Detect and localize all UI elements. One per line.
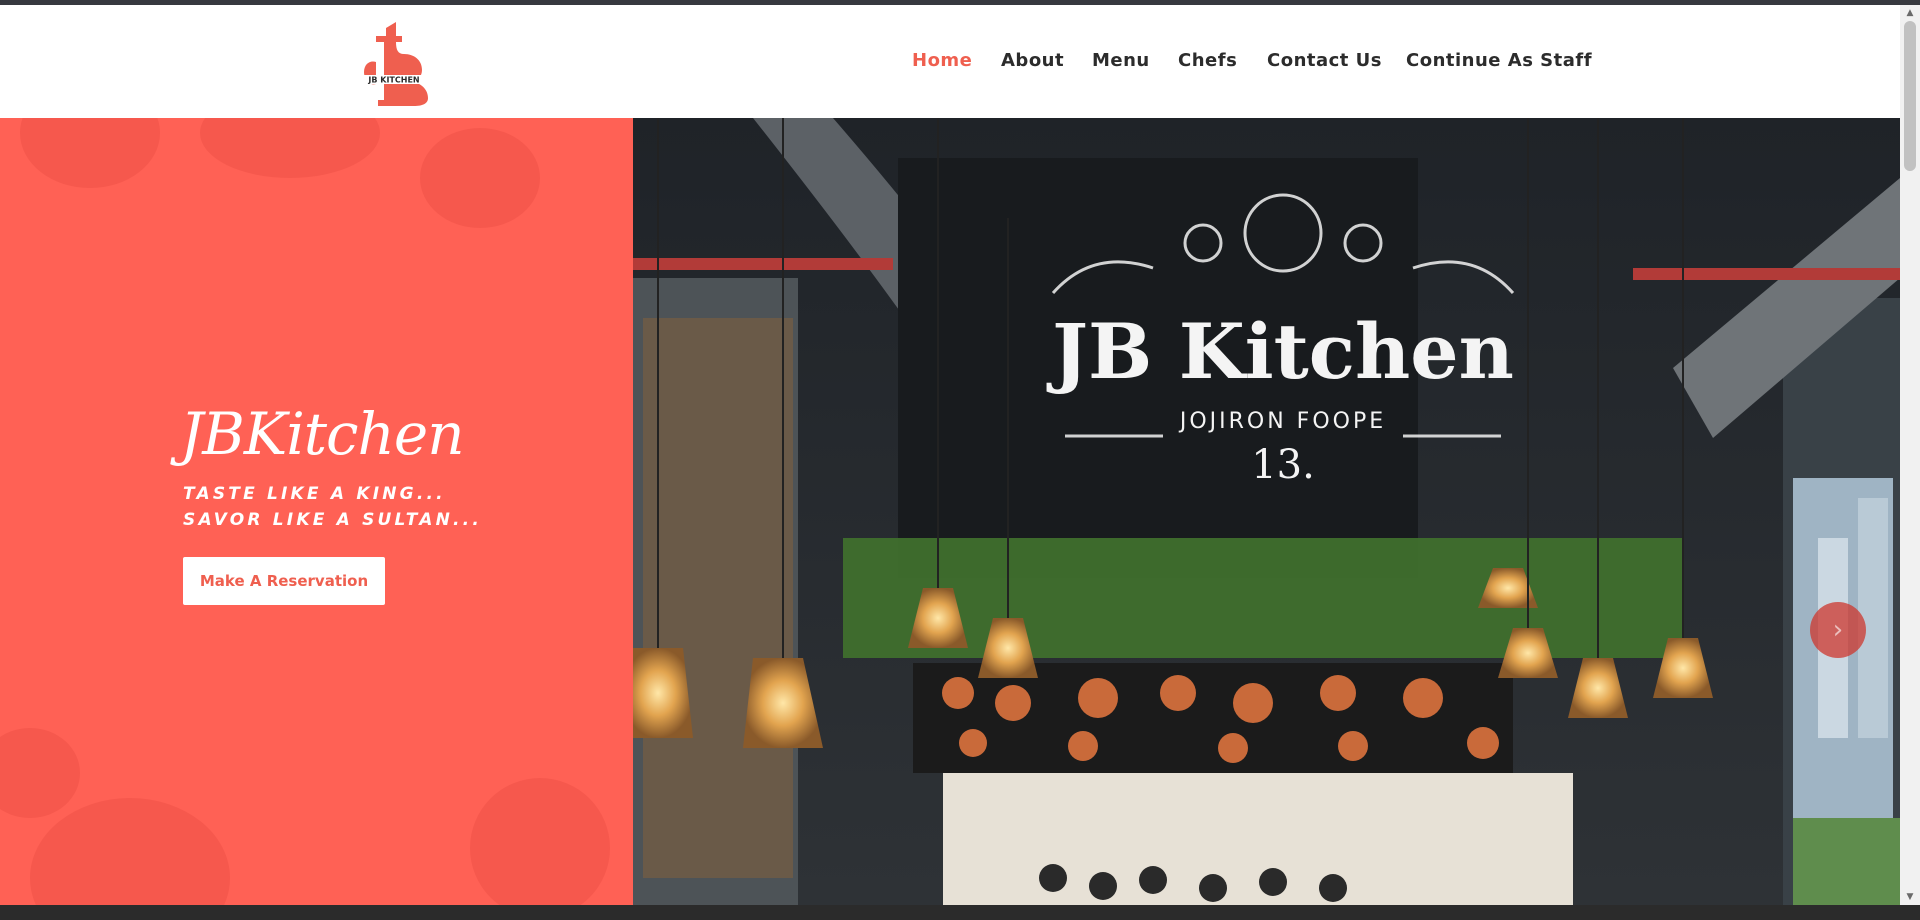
hero-tagline-line1: TASTE LIKE A KING... — [183, 484, 446, 504]
nav-about[interactable]: About — [1001, 50, 1064, 71]
sign-title: JB Kitchen — [1046, 307, 1514, 396]
hero-image: JB Kitchen JOJIRON FOOPE 13. — [623, 118, 1900, 905]
decorative-shape — [0, 728, 80, 818]
main-nav: Home About Menu Chefs Contact Us Continu… — [0, 50, 1900, 80]
nav-menu[interactable]: Menu — [1092, 50, 1150, 71]
nav-continue-as-staff[interactable]: Continue As Staff — [1406, 50, 1592, 71]
hero-text-panel: JBKitchen TASTE LIKE A KING... SAVOR LIK… — [0, 118, 633, 905]
scroll-up-icon[interactable]: ▲ — [1900, 5, 1920, 21]
scroll-down-icon[interactable]: ▼ — [1900, 889, 1920, 905]
decorative-shape — [200, 118, 380, 178]
carousel-next-button[interactable]: › — [1810, 602, 1866, 658]
chevron-right-icon: › — [1832, 615, 1844, 645]
hero-tagline-line2: SAVOR LIKE A SULTAN... — [183, 510, 483, 530]
decorative-shape — [470, 778, 610, 905]
nav-home[interactable]: Home — [912, 50, 972, 71]
decorative-shape — [20, 118, 160, 188]
nav-chefs[interactable]: Chefs — [1178, 50, 1237, 71]
decorative-shape — [30, 798, 230, 905]
make-reservation-button[interactable]: Make A Reservation — [183, 557, 385, 605]
decorative-shape — [420, 128, 540, 228]
site-header: JB KITCHEN Home About Menu Chefs Contact… — [0, 5, 1900, 118]
page-scrollbar[interactable]: ▲ ▼ — [1900, 5, 1920, 905]
restaurant-interior-image: JB Kitchen JOJIRON FOOPE 13. — [623, 118, 1900, 905]
hero-title: JBKitchen — [180, 400, 465, 468]
sign-subtitle: JOJIRON FOOPE — [1178, 409, 1386, 434]
hero-section: JBKitchen TASTE LIKE A KING... SAVOR LIK… — [0, 118, 1900, 905]
browser-bottom-strip — [0, 905, 1920, 920]
nav-contact-us[interactable]: Contact Us — [1267, 50, 1382, 71]
sign-line: 13. — [1251, 442, 1315, 488]
scrollbar-thumb[interactable] — [1904, 21, 1916, 171]
